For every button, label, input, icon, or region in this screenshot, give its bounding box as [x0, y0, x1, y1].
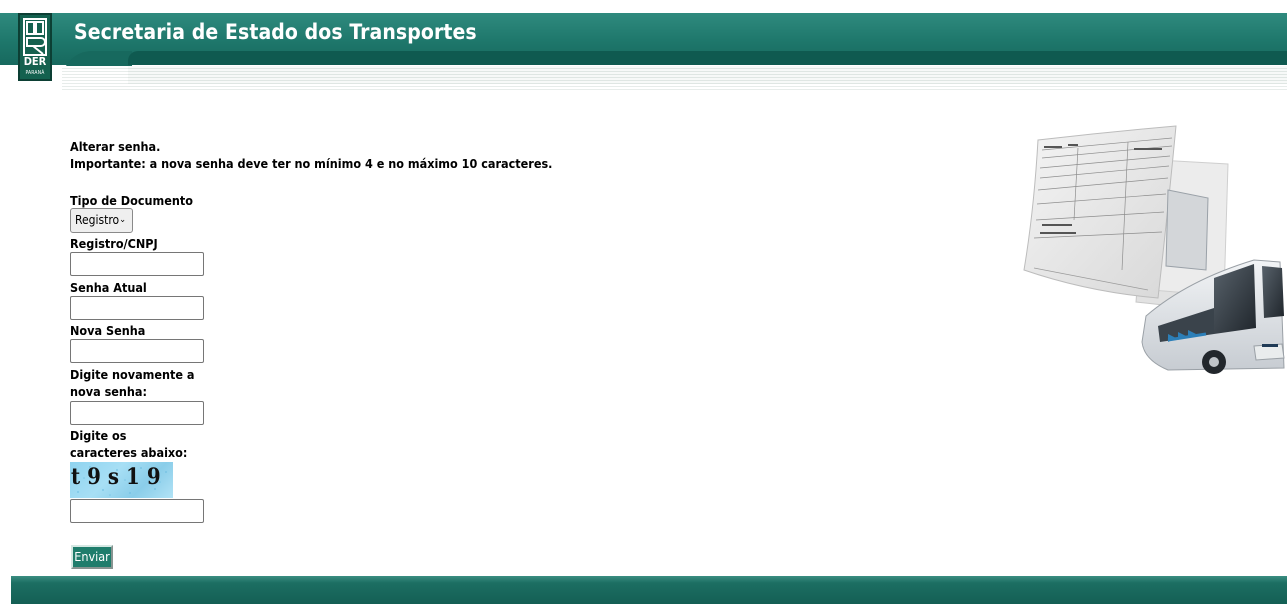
confirma-senha-input[interactable]: [70, 401, 204, 425]
nova-senha-input[interactable]: [70, 339, 204, 363]
tipo-documento-select[interactable]: Registro ⌄: [70, 208, 133, 233]
tipo-documento-label: Tipo de Documento: [70, 193, 194, 208]
header-stripes-shade: [128, 66, 1287, 84]
nova-senha-label: Nova Senha: [70, 323, 146, 338]
registro-input[interactable]: [70, 252, 204, 276]
logo-text: DER: [23, 55, 47, 68]
captcha-label: Digite os caracteres abaixo:: [70, 428, 188, 460]
captcha-text: t9s19: [71, 464, 168, 490]
senha-atual-label: Senha Atual: [70, 280, 147, 295]
intro-heading: Alterar senha.: [70, 139, 161, 154]
der-logo-mark-icon: [23, 18, 47, 56]
submit-button[interactable]: Enviar: [71, 545, 113, 569]
page-title: Secretaria de Estado dos Transportes: [74, 20, 477, 44]
document-bus-illustration: [1023, 125, 1285, 374]
page-header: DER PARANÁ Secretaria de Estado dos Tran…: [0, 0, 1287, 95]
tipo-documento-selected: Registro: [75, 213, 120, 227]
logo-subtext: PARANÁ: [25, 70, 45, 76]
chevron-down-icon: ⌄: [119, 215, 126, 225]
registro-label: Registro/CNPJ: [70, 236, 158, 251]
senha-atual-input[interactable]: [70, 296, 204, 320]
captcha-image: t9s19: [70, 462, 173, 498]
page-footer: [11, 576, 1287, 604]
confirma-senha-label: Digite novamente a nova senha:: [70, 367, 195, 399]
captcha-input[interactable]: [70, 499, 204, 523]
der-logo: DER PARANÁ: [18, 13, 52, 81]
header-wave: [128, 51, 1287, 65]
intro-notice: Importante: a nova senha deve ter no mín…: [70, 156, 553, 171]
